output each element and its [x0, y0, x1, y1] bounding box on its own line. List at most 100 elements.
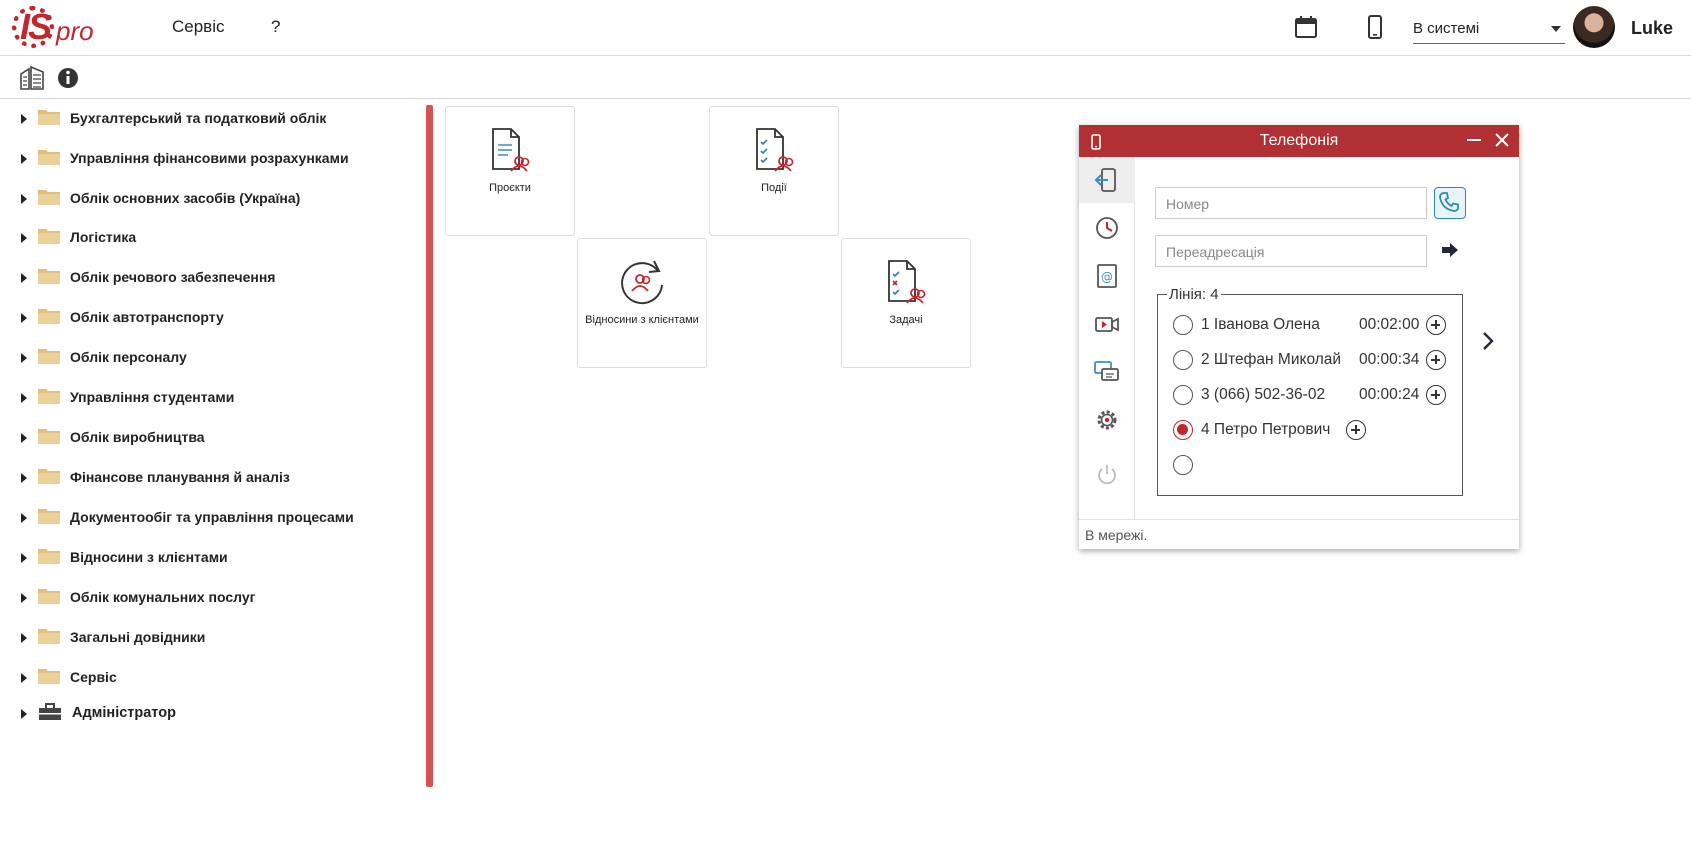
sidebar-item-power[interactable] — [1079, 451, 1135, 497]
line-row-1[interactable]: 1 Іванова Олена 00:02:00 — [1173, 313, 1463, 337]
line-duration: 00:00:34 — [1359, 351, 1420, 368]
tile-tasks[interactable]: Задачі — [841, 238, 971, 368]
tree-item-utilities[interactable]: Облік комунальних послуг — [0, 583, 420, 611]
minimize-icon[interactable] — [1465, 131, 1483, 149]
line-row-3[interactable]: 3 (066) 502-36-02 00:00:24 — [1173, 383, 1463, 407]
tile-customer-relations[interactable]: Відносини з клієнтами — [577, 238, 707, 368]
expand-arrow-icon[interactable] — [21, 233, 27, 243]
secondary-toolbar — [0, 57, 1691, 99]
sidebar-item-settings[interactable] — [1079, 397, 1135, 443]
line-radio[interactable] — [1173, 455, 1193, 475]
forward-number-input[interactable]: Переадресація — [1155, 235, 1427, 267]
telephony-title: Телефонія — [1259, 132, 1339, 149]
expand-arrow-icon[interactable] — [21, 393, 27, 403]
expand-arrow-icon[interactable] — [21, 313, 27, 323]
line-caller: 1 Іванова Олена — [1201, 316, 1320, 333]
folder-icon — [38, 669, 60, 684]
toolbox-icon — [39, 703, 61, 720]
customer-relations-icon — [621, 260, 663, 305]
line-row-4[interactable]: 4 Петро Петрович — [1173, 418, 1463, 442]
expand-arrow-icon[interactable] — [21, 433, 27, 443]
tree-item-label: Управління студентами — [70, 389, 235, 405]
expand-arrow-icon[interactable] — [21, 633, 27, 643]
gear-icon — [1097, 410, 1117, 430]
tree-item-production[interactable]: Облік виробництва — [0, 423, 420, 451]
projects-icon — [492, 128, 530, 172]
sidebar-item-video[interactable] — [1079, 301, 1135, 347]
tree-item-financial-planning[interactable]: Фінансове планування й аналіз — [0, 463, 420, 491]
expand-arrow-icon[interactable] — [21, 273, 27, 283]
ispro-logo[interactable]: IS pro — [12, 4, 102, 54]
expand-arrow-icon[interactable] — [21, 473, 27, 483]
line-row-2[interactable]: 2 Штефан Миколай 00:00:34 — [1173, 348, 1463, 372]
tree-item-accounting[interactable]: Бухгалтерський та податковий облік — [0, 104, 420, 132]
add-circle-icon[interactable] — [1426, 315, 1446, 335]
expand-arrow-icon[interactable] — [21, 114, 27, 124]
expand-arrow-icon[interactable] — [21, 154, 27, 164]
expand-arrow-icon[interactable] — [21, 353, 27, 363]
tile-projects[interactable]: Проєкти — [445, 106, 575, 236]
tree-item-label: Сервіс — [70, 669, 117, 685]
forward-button[interactable] — [1439, 239, 1461, 261]
line-caller: 4 Петро Петрович — [1201, 421, 1331, 438]
tree-item-document-flow[interactable]: Документообіг та управління процесами — [0, 503, 420, 531]
line-radio[interactable] — [1173, 315, 1193, 335]
tree-item-logistics[interactable]: Логістика — [0, 223, 420, 251]
chevron-right-icon[interactable] — [1478, 327, 1498, 355]
folder-icon — [38, 229, 60, 244]
expand-arrow-icon[interactable] — [21, 194, 27, 204]
tree-item-students[interactable]: Управління студентами — [0, 383, 420, 411]
expand-arrow-icon[interactable] — [21, 513, 27, 523]
add-circle-icon[interactable] — [1426, 385, 1446, 405]
arrow-right-icon — [1442, 243, 1458, 257]
tree-item-financial-settlements[interactable]: Управління фінансовими розрахунками — [0, 144, 420, 172]
expand-arrow-icon[interactable] — [21, 593, 27, 603]
sidebar-item-contacts[interactable]: @ — [1079, 253, 1135, 299]
add-circle-icon[interactable] — [1346, 420, 1366, 440]
line-radio[interactable] — [1173, 350, 1193, 370]
sidebar-item-history[interactable] — [1079, 205, 1135, 251]
info-icon[interactable] — [55, 65, 81, 91]
folder-icon — [38, 150, 60, 165]
logo-sub: pro — [56, 16, 94, 46]
tree-item-label: Загальні довідники — [70, 629, 206, 645]
call-button[interactable] — [1434, 187, 1466, 219]
presence-status-select[interactable]: В системі — [1413, 16, 1565, 44]
calendar-icon[interactable] — [1293, 14, 1319, 40]
menu-service[interactable]: Сервіс — [172, 17, 225, 37]
tree-item-vehicles[interactable]: Облік автотранспорту — [0, 303, 420, 331]
avatar[interactable] — [1573, 6, 1615, 48]
folder-icon — [38, 389, 60, 404]
tile-events[interactable]: Події — [709, 106, 839, 236]
tree-item-label: Документообіг та управління процесами — [70, 509, 354, 525]
phone-number-input[interactable]: Номер — [1155, 187, 1427, 219]
line-radio-selected[interactable] — [1173, 420, 1193, 440]
expand-arrow-icon[interactable] — [21, 553, 27, 563]
tree-item-clothing-supply[interactable]: Облік речового забезпечення — [0, 263, 420, 291]
expand-arrow-icon[interactable] — [21, 673, 27, 683]
sidebar-item-chat[interactable] — [1079, 349, 1135, 395]
expand-arrow-icon[interactable] — [21, 709, 27, 719]
tree-item-crm[interactable]: Відносини з клієнтами — [0, 543, 420, 571]
telephony-header[interactable]: Телефонія — [1079, 125, 1519, 157]
line-radio[interactable] — [1173, 385, 1193, 405]
sidebar-item-calls[interactable] — [1079, 157, 1135, 203]
tree-item-general-directories[interactable]: Загальні довідники — [0, 623, 420, 651]
mobile-phone-icon[interactable] — [1362, 14, 1388, 40]
phone-incoming-icon — [1094, 168, 1116, 192]
close-icon[interactable] — [1493, 131, 1511, 149]
line-row-5[interactable] — [1173, 453, 1463, 477]
tree-item-label: Облік основних засобів (Україна) — [70, 190, 301, 206]
tile-label: Проєкти — [489, 182, 531, 194]
tree-item-service[interactable]: Сервіс — [0, 663, 420, 691]
menu-help[interactable]: ? — [271, 17, 280, 37]
tree-item-fixed-assets[interactable]: Облік основних засобів (Україна) — [0, 184, 420, 212]
add-circle-icon[interactable] — [1426, 350, 1446, 370]
folder-icon — [38, 629, 60, 644]
tree-item-administrator[interactable]: Адміністратор — [0, 699, 420, 727]
lines-legend: Лінія: 4 — [1167, 286, 1221, 303]
tree-item-label: Облік автотранспорту — [70, 309, 224, 325]
panel-splitter[interactable] — [426, 105, 433, 787]
organization-building-icon[interactable] — [19, 65, 45, 91]
tree-item-personnel[interactable]: Облік персоналу — [0, 343, 420, 371]
